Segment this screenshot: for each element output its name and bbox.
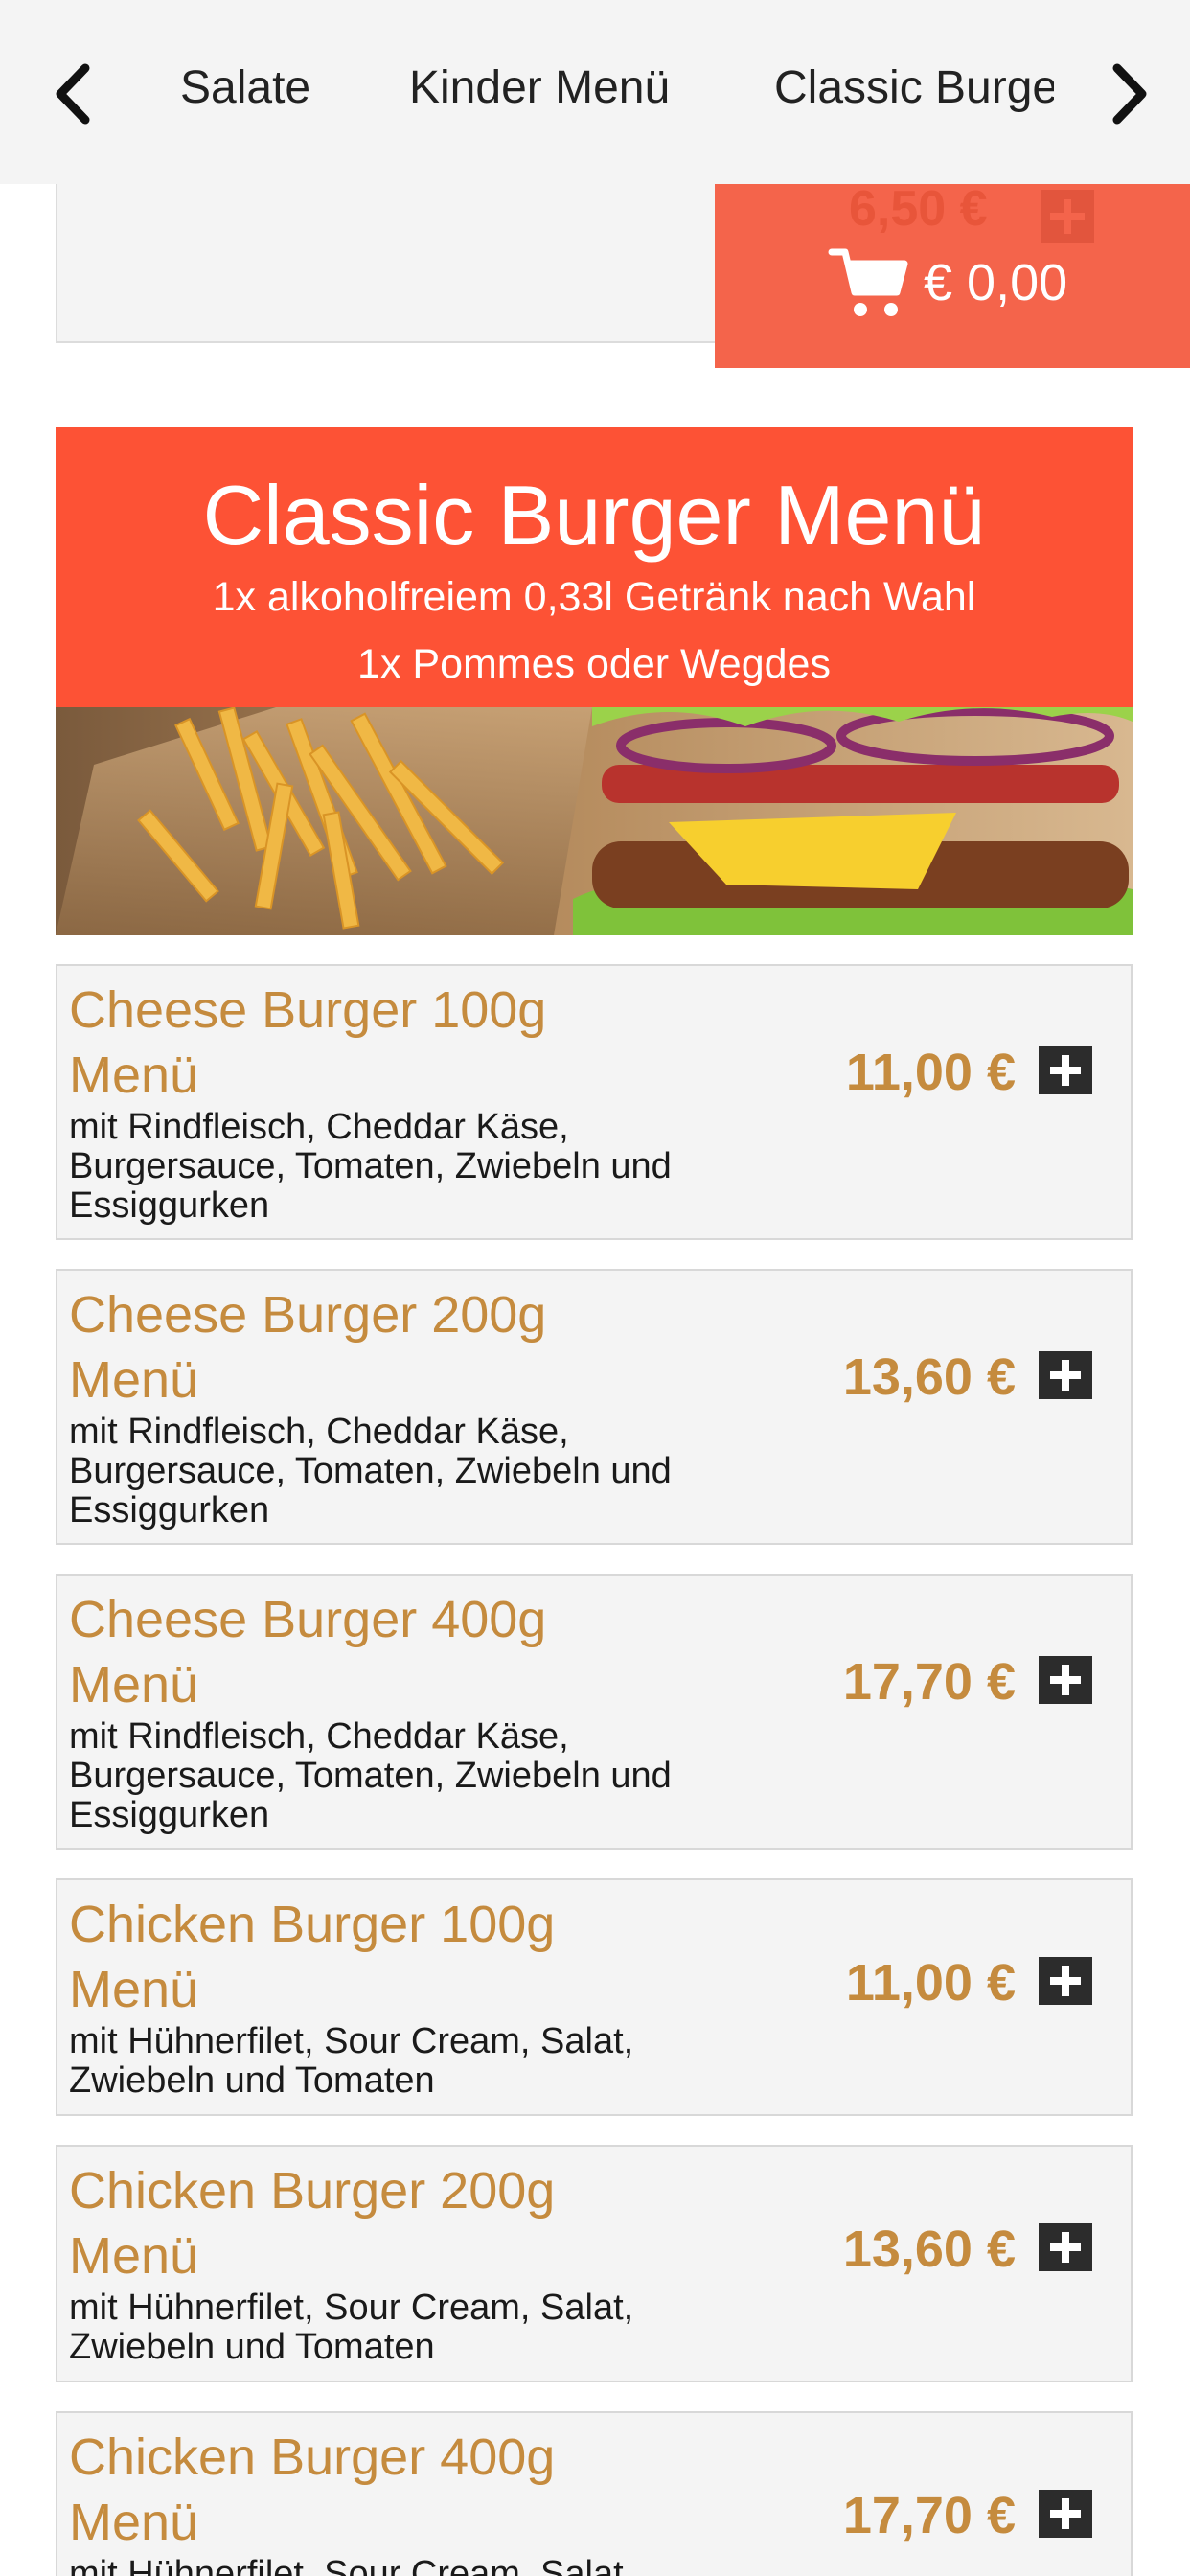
shopping-cart-icon xyxy=(828,248,908,316)
item-description: mit Hühnerfilet, Sour Cream, Salat, Zwie… xyxy=(69,2021,634,2101)
cart-button[interactable]: 6,50 € € 0,00 xyxy=(715,181,1190,368)
category-nav: Salate Kinder Menü Classic Burger Menü xyxy=(0,0,1190,184)
plus-icon xyxy=(1050,1360,1081,1391)
chevron-left-icon xyxy=(56,63,90,125)
plus-icon xyxy=(1050,2498,1081,2529)
add-to-cart-button[interactable] xyxy=(1039,1046,1092,1094)
plus-icon xyxy=(1050,1665,1081,1695)
item-price: 13,60 € xyxy=(842,1348,1016,1406)
item-description: mit Rindfleisch, Cheddar Käse, Burgersau… xyxy=(69,1412,672,1530)
add-to-cart-button[interactable] xyxy=(1039,2490,1092,2538)
plus-icon xyxy=(1050,1966,1081,1996)
add-to-cart-button[interactable] xyxy=(1039,2223,1092,2271)
item-description: mit Rindfleisch, Cheddar Käse, Burgersau… xyxy=(69,1716,672,1835)
nav-next-button[interactable] xyxy=(1097,56,1164,132)
menu-item[interactable]: Cheese Burger 400g Menü mit Rindfleisch,… xyxy=(56,1574,1133,1850)
previous-item-price: 6,50 € xyxy=(849,181,988,237)
category-tabs: Salate Kinder Menü Classic Burger Menü xyxy=(144,0,1054,184)
add-to-cart-button[interactable] xyxy=(1039,1351,1092,1399)
item-description: mit Hühnerfilet, Sour Cream, Salat, Zwie… xyxy=(69,2554,634,2576)
item-name: Chicken Burger 200g Menü xyxy=(69,2162,556,2285)
item-price: 13,60 € xyxy=(842,2220,1016,2278)
menu-item[interactable]: Chicken Burger 200g Menü mit Hühnerfilet… xyxy=(56,2145,1133,2382)
item-description: mit Hühnerfilet, Sour Cream, Salat, Zwie… xyxy=(69,2288,634,2367)
item-price: 17,70 € xyxy=(842,2487,1016,2544)
plus-icon xyxy=(1050,1055,1081,1086)
item-price: 11,00 € xyxy=(845,1044,1016,1101)
tab-kinder-menu[interactable]: Kinder Menü xyxy=(409,59,670,117)
section-subtitle-1: 1x alkoholfreiem 0,33l Getränk nach Wahl xyxy=(212,574,976,620)
item-name: Chicken Burger 100g Menü xyxy=(69,1896,556,2018)
menu-item[interactable]: Chicken Burger 100g Menü mit Hühnerfilet… xyxy=(56,1878,1133,2116)
item-price: 17,70 € xyxy=(842,1653,1016,1711)
section-subtitle-2: 1x Pommes oder Wegdes xyxy=(357,641,831,687)
add-to-cart-button[interactable] xyxy=(1039,1656,1092,1704)
menu-item[interactable]: Cheese Burger 200g Menü mit Rindfleisch,… xyxy=(56,1269,1133,1545)
item-name: Chicken Burger 400g Menü xyxy=(69,2428,556,2551)
add-to-cart-button[interactable] xyxy=(1039,1957,1092,2005)
cart-summary: € 0,00 xyxy=(828,240,1067,326)
tab-salate[interactable]: Salate xyxy=(180,59,310,117)
plus-icon xyxy=(1050,2232,1081,2263)
item-name: Cheese Burger 100g Menü xyxy=(69,981,547,1104)
section-header: Classic Burger Menü 1x alkoholfreiem 0,3… xyxy=(56,427,1133,707)
menu-page: Salate Kinder Menü Classic Burger Menü 6… xyxy=(0,0,1190,2576)
menu-item[interactable]: Cheese Burger 100g Menü mit Rindfleisch,… xyxy=(56,964,1133,1240)
menu-item[interactable]: Chicken Burger 400g Menü mit Hühnerfilet… xyxy=(56,2411,1133,2576)
section-title: Classic Burger Menü xyxy=(202,468,986,563)
section-banner-image xyxy=(56,707,1133,935)
tab-classic-burger-menu[interactable]: Classic Burger Menü xyxy=(774,59,1054,117)
cart-total: € 0,00 xyxy=(924,254,1068,311)
previous-item-add-icon xyxy=(1041,190,1094,243)
item-description: mit Rindfleisch, Cheddar Käse, Burgersau… xyxy=(69,1107,672,1226)
item-name: Cheese Burger 200g Menü xyxy=(69,1286,547,1409)
item-name: Cheese Burger 400g Menü xyxy=(69,1591,547,1714)
item-price: 11,00 € xyxy=(845,1954,1016,2012)
chevron-right-icon xyxy=(1112,63,1147,125)
nav-prev-button[interactable] xyxy=(38,56,105,132)
